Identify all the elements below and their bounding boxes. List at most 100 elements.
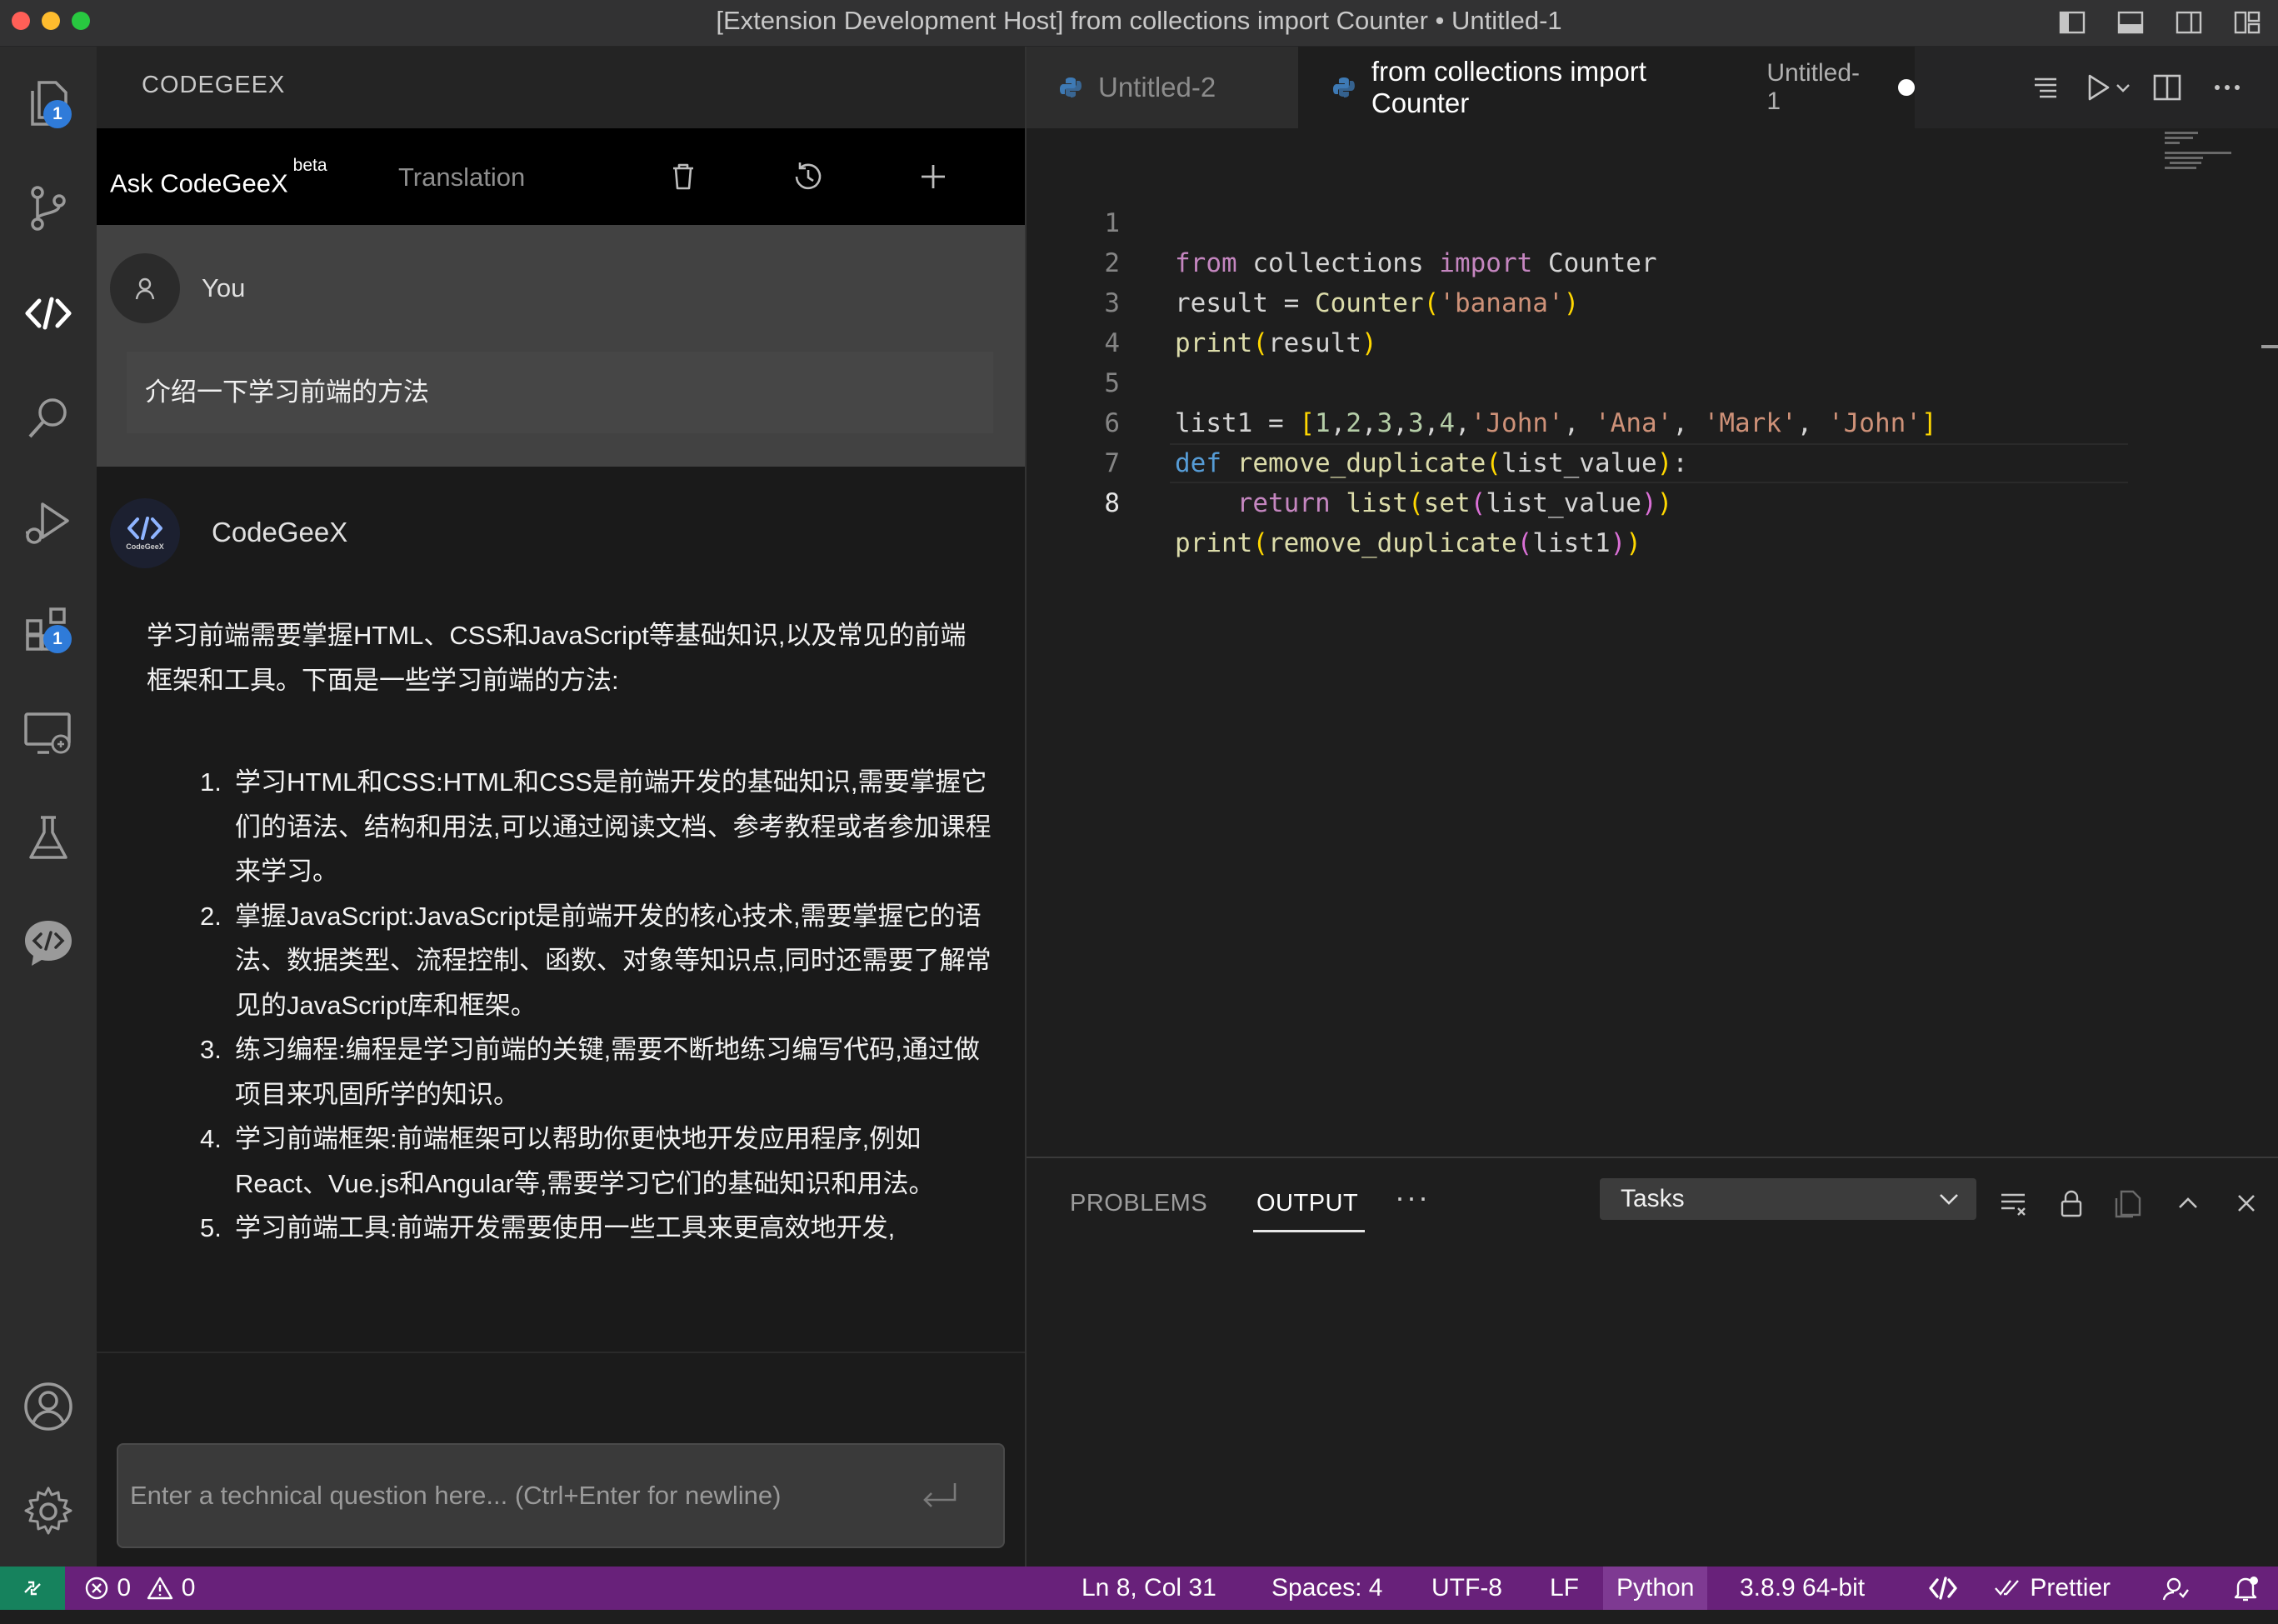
activity-bar: 1 1 bbox=[0, 47, 97, 1567]
code-line-text: return list(set(list_value)) bbox=[1236, 488, 1673, 518]
feedback-icon[interactable] bbox=[2161, 1575, 2190, 1603]
python-file-icon bbox=[1332, 77, 1355, 97]
code-token: print bbox=[1175, 528, 1253, 558]
chevron-down-icon bbox=[1940, 1194, 1958, 1205]
maximize-icon[interactable] bbox=[2171, 1187, 2205, 1220]
scrollbar-marker[interactable] bbox=[2261, 345, 2278, 348]
list-item-text: 学习前端框架:前端框架可以帮助你更快地开发应用程序,例如React、Vue.js… bbox=[235, 1124, 935, 1198]
run-debug-icon bbox=[26, 502, 69, 544]
python-interpreter[interactable]: 3.8.9 64-bit bbox=[1740, 1567, 1865, 1610]
code-token: ) bbox=[1610, 528, 1626, 558]
panel-more-button[interactable]: ··· bbox=[1395, 1180, 1430, 1215]
testing-button[interactable] bbox=[12, 802, 85, 875]
close-icon[interactable] bbox=[2230, 1187, 2263, 1220]
outline-icon[interactable] bbox=[2028, 70, 2063, 105]
user-message-text: 介绍一下学习前端的方法 bbox=[127, 352, 993, 433]
codegeex-response: CodeGeeX CodeGeeX 学习前端需要掌握HTML、CSS和JavaS… bbox=[97, 467, 1025, 1388]
remote-explorer-icon bbox=[24, 712, 71, 754]
error-count: 0 bbox=[117, 1574, 132, 1602]
clear-output-icon[interactable] bbox=[1996, 1187, 2030, 1220]
codegeex-status[interactable] bbox=[1926, 1567, 1960, 1610]
open-log-icon[interactable] bbox=[2113, 1187, 2146, 1220]
tab-output[interactable]: OUTPUT bbox=[1256, 1190, 1358, 1217]
user-message: You 介绍一下学习前端的方法 bbox=[97, 225, 1025, 467]
editor-tab-label: Untitled-2 bbox=[1098, 72, 1216, 102]
remote-explorer-button[interactable] bbox=[12, 697, 85, 770]
manage-button[interactable] bbox=[12, 1475, 85, 1548]
run-icon[interactable] bbox=[2080, 70, 2115, 105]
accounts-button[interactable] bbox=[12, 1370, 85, 1443]
toggle-primary-sidebar-icon[interactable] bbox=[2058, 8, 2086, 37]
output-channel-value: Tasks bbox=[1621, 1185, 1685, 1212]
list-item-text: 学习前端工具:前端开发需要使用一些工具来更高效地开发, bbox=[235, 1213, 896, 1242]
warning-count: 0 bbox=[181, 1574, 196, 1602]
remote-indicator[interactable] bbox=[0, 1567, 65, 1610]
code-token: ) bbox=[1656, 488, 1673, 518]
account-icon bbox=[24, 1382, 72, 1431]
extensions-button[interactable]: 1 bbox=[12, 592, 85, 665]
encoding[interactable]: UTF-8 bbox=[1431, 1567, 1502, 1610]
list-item-number: 4. bbox=[200, 1124, 222, 1153]
indentation[interactable]: Spaces: 4 bbox=[1271, 1567, 1382, 1610]
output-channel-select[interactable]: Tasks bbox=[1600, 1178, 1976, 1220]
code-token: ) bbox=[1626, 528, 1641, 558]
code-line-text: print(remove_duplicate(list1)) bbox=[1175, 528, 1641, 558]
list-item-number: 2. bbox=[200, 901, 222, 931]
problems-indicator[interactable]: 0 0 bbox=[83, 1567, 195, 1610]
code-line: 2 result = Counter('banana') bbox=[1027, 203, 2278, 318]
lock-icon[interactable] bbox=[2055, 1187, 2088, 1220]
code-line: 5 list1 = [1,2,3,3,4,'John', 'Ana', 'Mar… bbox=[1027, 323, 2278, 438]
response-list: 1. 学习HTML和CSS:HTML和CSS是前端开发的基础知识,需要掌握它们的语… bbox=[200, 760, 992, 1251]
end-of-line[interactable]: LF bbox=[1550, 1567, 1579, 1610]
more-icon[interactable] bbox=[2210, 70, 2245, 105]
codegeex-avatar-label: CodeGeeX bbox=[126, 542, 164, 551]
active-tab-underline bbox=[1253, 1230, 1365, 1232]
list-item-number: 1. bbox=[200, 767, 222, 797]
prettier-label: Prettier bbox=[2030, 1574, 2111, 1602]
toggle-secondary-sidebar-icon[interactable] bbox=[2175, 8, 2203, 37]
language-mode[interactable]: Python bbox=[1603, 1567, 1708, 1610]
status-bar: 0 0 Ln 8, Col 31 Spaces: 4 UTF-8 LF Pyth… bbox=[0, 1567, 2278, 1610]
plus-icon[interactable] bbox=[915, 158, 952, 195]
trash-icon[interactable] bbox=[665, 158, 702, 195]
source-control-button[interactable] bbox=[12, 172, 85, 245]
current-line-highlight bbox=[1170, 443, 2128, 483]
enter-icon[interactable] bbox=[917, 1477, 963, 1513]
history-icon[interactable] bbox=[790, 158, 827, 195]
code-editor[interactable]: 1 from collections import Counter 2 resu… bbox=[1027, 163, 2278, 558]
minimap[interactable] bbox=[2163, 130, 2246, 180]
codegeex-status-icon bbox=[1929, 1577, 1957, 1600]
notifications-bell-icon[interactable] bbox=[2231, 1573, 2260, 1603]
editor-tab-untitled-1[interactable]: from collections import Counter Untitled… bbox=[1298, 47, 1915, 128]
code-token: ( bbox=[1252, 528, 1268, 558]
list-item-text: 学习HTML和CSS:HTML和CSS是前端开发的基础知识,需要掌握它们的语法、… bbox=[235, 767, 992, 886]
editor-tab-description: Untitled-1 bbox=[1766, 59, 1861, 115]
list-item-number: 3. bbox=[200, 1035, 222, 1064]
list-item: 5. 学习前端工具:前端开发需要使用一些工具来更高效地开发, bbox=[200, 1206, 992, 1251]
double-check-icon bbox=[1995, 1580, 2019, 1596]
cursor-position[interactable]: Ln 8, Col 31 bbox=[1082, 1567, 1216, 1610]
editor-tab-label: from collections import Counter bbox=[1371, 56, 1646, 118]
code-line: 3 print(result) bbox=[1027, 243, 2278, 358]
explorer-button[interactable]: 1 bbox=[12, 67, 85, 140]
toggle-panel-icon[interactable] bbox=[2116, 8, 2145, 37]
code-token: ( bbox=[1470, 488, 1486, 518]
chevron-down-icon[interactable] bbox=[2111, 70, 2135, 105]
codegeex-name: CodeGeeX bbox=[212, 517, 348, 547]
side-panel-header: CODEGEEX bbox=[97, 47, 1025, 128]
codegeex-chat-button[interactable] bbox=[12, 907, 85, 980]
codegeex-button[interactable] bbox=[12, 277, 85, 350]
run-debug-button[interactable] bbox=[12, 487, 85, 560]
split-editor-icon[interactable] bbox=[2150, 70, 2185, 105]
prettier-status[interactable]: Prettier bbox=[1993, 1567, 2111, 1610]
search-button[interactable] bbox=[12, 382, 85, 455]
unsaved-dot-icon[interactable] bbox=[1898, 79, 1915, 96]
user-icon bbox=[135, 277, 155, 300]
tab-problems[interactable]: PROBLEMS bbox=[1070, 1190, 1207, 1217]
editor-tab-untitled-2[interactable]: Untitled-2 bbox=[1027, 47, 1298, 128]
code-line: 1 from collections import Counter bbox=[1027, 163, 2278, 278]
question-input[interactable] bbox=[117, 1443, 1005, 1548]
customize-layout-icon[interactable] bbox=[2233, 8, 2261, 37]
list-item-text: 掌握JavaScript:JavaScript是前端开发的核心技术,需要掌握它的… bbox=[235, 901, 992, 1020]
editor-tabs: Untitled-2 from collections import Count… bbox=[1027, 47, 2278, 128]
